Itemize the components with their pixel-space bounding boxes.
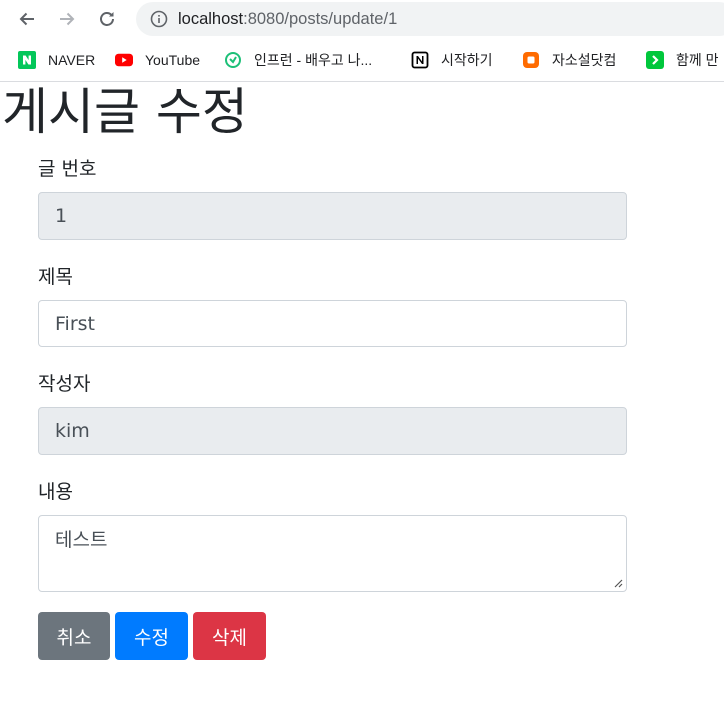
jasoseol-icon — [522, 51, 540, 69]
youtube-icon — [115, 51, 133, 69]
bookmark-jasoseol[interactable]: 자소설닷컴 — [522, 48, 616, 72]
resize-grip-icon[interactable] — [613, 578, 623, 588]
update-button-label: 수정 — [134, 626, 169, 649]
bookmark-together[interactable]: 함께 만 — [646, 48, 719, 72]
bookmark-label: 자소설닷컴 — [552, 52, 617, 68]
inflearn-icon — [224, 51, 242, 69]
info-icon[interactable] — [150, 10, 168, 28]
naver-icon — [18, 51, 36, 69]
bookmark-youtube[interactable]: YouTube — [115, 48, 200, 72]
cancel-button[interactable]: 취소 — [38, 612, 110, 660]
url-path: :8080/posts/update/1 — [243, 9, 398, 28]
bookmark-naver[interactable]: NAVER — [18, 48, 95, 72]
post-id-value: 1 — [55, 205, 68, 227]
content-value: 테스트 — [55, 529, 108, 551]
notion-icon — [411, 51, 429, 69]
bookmark-label: YouTube — [145, 52, 201, 68]
url-host: localhost — [178, 9, 244, 28]
content-label: 내용 — [38, 481, 73, 503]
back-button[interactable] — [15, 7, 39, 31]
address-bar[interactable]: localhost:8080/posts/update/1 — [136, 2, 724, 36]
title-label: 제목 — [38, 266, 73, 288]
forward-arrow-icon — [60, 12, 75, 26]
title-input[interactable]: First — [38, 300, 627, 347]
back-arrow-icon — [19, 12, 34, 26]
author-label: 작성자 — [38, 373, 91, 395]
author-value: kim — [55, 420, 90, 442]
bookmark-label: 인프런 - 배우고 나... — [254, 52, 373, 68]
page-title: 게시글 수정 — [2, 83, 248, 141]
update-button[interactable]: 수정 — [115, 612, 188, 660]
forward-button[interactable] — [55, 7, 79, 31]
browser-toolbar: localhost:8080/posts/update/1 — [0, 0, 724, 38]
post-id-label: 글 번호 — [38, 158, 97, 180]
green-arrow-icon — [646, 51, 664, 69]
delete-button-label: 삭제 — [212, 626, 247, 649]
reload-button[interactable] — [95, 7, 119, 31]
author-field[interactable]: kim — [38, 407, 627, 455]
bookmark-label: 함께 만 — [676, 52, 719, 68]
reload-icon — [100, 12, 114, 26]
bookmark-notion[interactable]: 시작하기 — [411, 48, 493, 72]
title-value: First — [55, 312, 95, 335]
bookmark-label: 시작하기 — [441, 52, 493, 68]
bookmark-label: NAVER — [48, 52, 96, 68]
post-id-field[interactable]: 1 — [38, 192, 627, 240]
content-textarea[interactable]: 테스트 — [38, 515, 627, 592]
cancel-button-label: 취소 — [56, 626, 92, 649]
bookmark-inflearn[interactable]: 인프런 - 배우고 나... — [224, 48, 372, 72]
bookmarks-bar: NAVER YouTube 인프런 - 배우고 나... 시작하기 자소설닷컴 … — [0, 42, 724, 78]
delete-button[interactable]: 삭제 — [193, 612, 266, 660]
url-text: localhost:8080/posts/update/1 — [178, 10, 397, 29]
